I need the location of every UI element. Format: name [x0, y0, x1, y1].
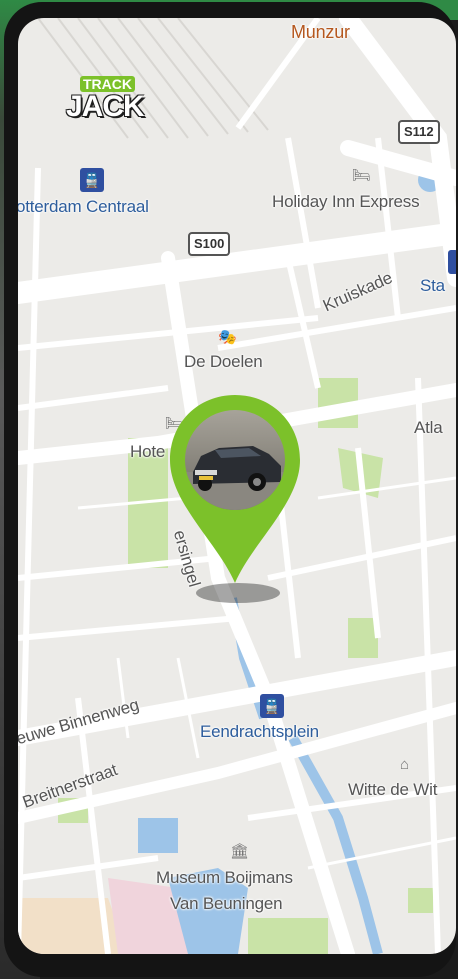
- train-station-icon[interactable]: 🚆: [80, 168, 104, 192]
- map-label-munzur: Munzur: [291, 22, 350, 42]
- vehicle-photo: [185, 410, 285, 510]
- vehicle-location-pin[interactable]: [168, 393, 302, 593]
- map-label-museum-line2: Van Beuningen: [170, 894, 283, 913]
- map-label-sta: Sta: [420, 276, 445, 295]
- map-label-museum-line1: Museum Boijmans: [156, 868, 293, 887]
- map-label-de-doelen: De Doelen: [184, 352, 263, 371]
- logo-jack-text: JACK: [66, 90, 145, 123]
- map-label-hote: Hote: [130, 442, 166, 461]
- map-label-atla: Atla: [414, 418, 443, 437]
- trackjack-logo: TRACK JACK: [58, 70, 150, 134]
- map-label-eendrachtsplein: Eendrachtsplein: [200, 722, 319, 741]
- route-shield-s112: S112: [398, 120, 440, 144]
- museum-icon[interactable]: 🏛: [230, 842, 249, 860]
- map-label-holiday-inn: Holiday Inn Express: [272, 192, 420, 211]
- map-label-rotterdam-centraal: otterdam Centraal: [18, 197, 149, 216]
- theater-icon[interactable]: 🎭: [218, 328, 237, 346]
- map-label-witte-de-with: Witte de Wit: [348, 780, 438, 799]
- train-station-icon[interactable]: 🚆: [260, 694, 284, 718]
- route-shield-s100: S100: [188, 232, 231, 256]
- map-screen[interactable]: TRACK JACK S112 S100 🚆 🚆 🛏 🎭 🛏 ⌂ 🏛 Munzu…: [18, 18, 456, 954]
- train-station-icon[interactable]: [448, 250, 456, 274]
- hotel-icon[interactable]: 🛏: [352, 166, 371, 184]
- hotel-icon[interactable]: ⌂: [400, 756, 409, 773]
